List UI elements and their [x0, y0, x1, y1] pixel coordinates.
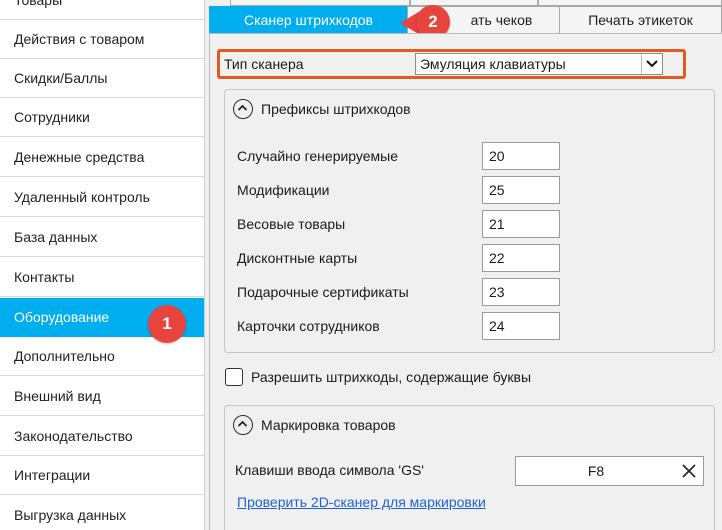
sidebar-item-appearance[interactable]: Внешний вид [0, 377, 204, 416]
prefix-discount-cards-input[interactable]: 22 [482, 244, 560, 272]
chevron-down-icon[interactable] [641, 54, 662, 74]
scanner-type-value: Эмуляция клавиатуры [420, 56, 566, 72]
sidebar-item-contacts[interactable]: Контакты [0, 258, 204, 297]
scanner-type-label: Тип сканера [224, 56, 304, 72]
sidebar-item-discounts[interactable]: Скидки/Баллы [0, 59, 204, 98]
step-badge-1: 1 [148, 305, 186, 343]
gs-key-input[interactable]: F8 [515, 456, 704, 486]
marking-title: Маркировка товаров [261, 417, 396, 433]
sidebar-item-products[interactable]: Товары [0, 0, 204, 20]
gs-key-label: Клавиши ввода символа 'GS' [235, 462, 424, 478]
scanner-type-row: Тип сканера Эмуляция клавиатуры [217, 49, 686, 79]
prefix-gift-certificates-input[interactable]: 23 [482, 278, 560, 306]
settings-sidebar: Товары Действия с товаром Скидки/Баллы С… [0, 0, 205, 530]
sidebar-item-legislation[interactable]: Законодательство [0, 417, 204, 456]
sidebar-item-product-actions[interactable]: Действия с товаром [0, 20, 204, 59]
prefix-random-label: Случайно генерируемые [237, 148, 399, 164]
sidebar-item-remote-control[interactable]: Удаленный контроль [0, 178, 204, 217]
tab-barcode-scanner[interactable]: Сканер штрихкодов [209, 6, 408, 34]
prefix-weight-goods-label: Весовые товары [237, 216, 346, 232]
tab-label-printing[interactable]: Печать этикеток [559, 6, 722, 34]
collapse-up-icon[interactable] [233, 99, 253, 119]
prefix-gift-certificates-label: Подарочные сертификаты [237, 284, 409, 300]
allow-letters-checkbox[interactable] [225, 368, 243, 386]
sidebar-item-data-export[interactable]: Выгрузка данных [0, 496, 204, 530]
sidebar-item-integrations[interactable]: Интеграции [0, 456, 204, 495]
gs-key-value: F8 [587, 463, 605, 479]
prefix-discount-cards-label: Дисконтные карты [237, 250, 358, 266]
barcode-prefixes-title: Префиксы штрихкодов [261, 101, 411, 117]
scanner-type-select[interactable]: Эмуляция клавиатуры [415, 53, 663, 75]
allow-letters-label: Разрешить штрихкоды, содержащие буквы [251, 369, 532, 385]
sidebar-item-database[interactable]: База данных [0, 218, 204, 257]
sidebar-item-employees[interactable]: Сотрудники [0, 98, 204, 137]
sidebar-item-cash[interactable]: Денежные средства [0, 138, 204, 177]
prefix-modifications-input[interactable]: 25 [482, 176, 560, 204]
check-2d-scanner-link[interactable]: Проверить 2D-сканер для маркировки [237, 494, 486, 510]
prefix-employee-cards-label: Карточки сотрудников [237, 318, 380, 334]
prefix-weight-goods-input[interactable]: 21 [482, 210, 560, 238]
clear-icon[interactable] [681, 463, 697, 479]
prefix-random-input[interactable]: 20 [482, 142, 560, 170]
collapse-up-icon[interactable] [233, 415, 253, 435]
prefix-employee-cards-input[interactable]: 24 [482, 312, 560, 340]
prefix-modifications-label: Модификации [237, 182, 330, 198]
sidebar-item-additional[interactable]: Дополнительно [0, 337, 204, 376]
